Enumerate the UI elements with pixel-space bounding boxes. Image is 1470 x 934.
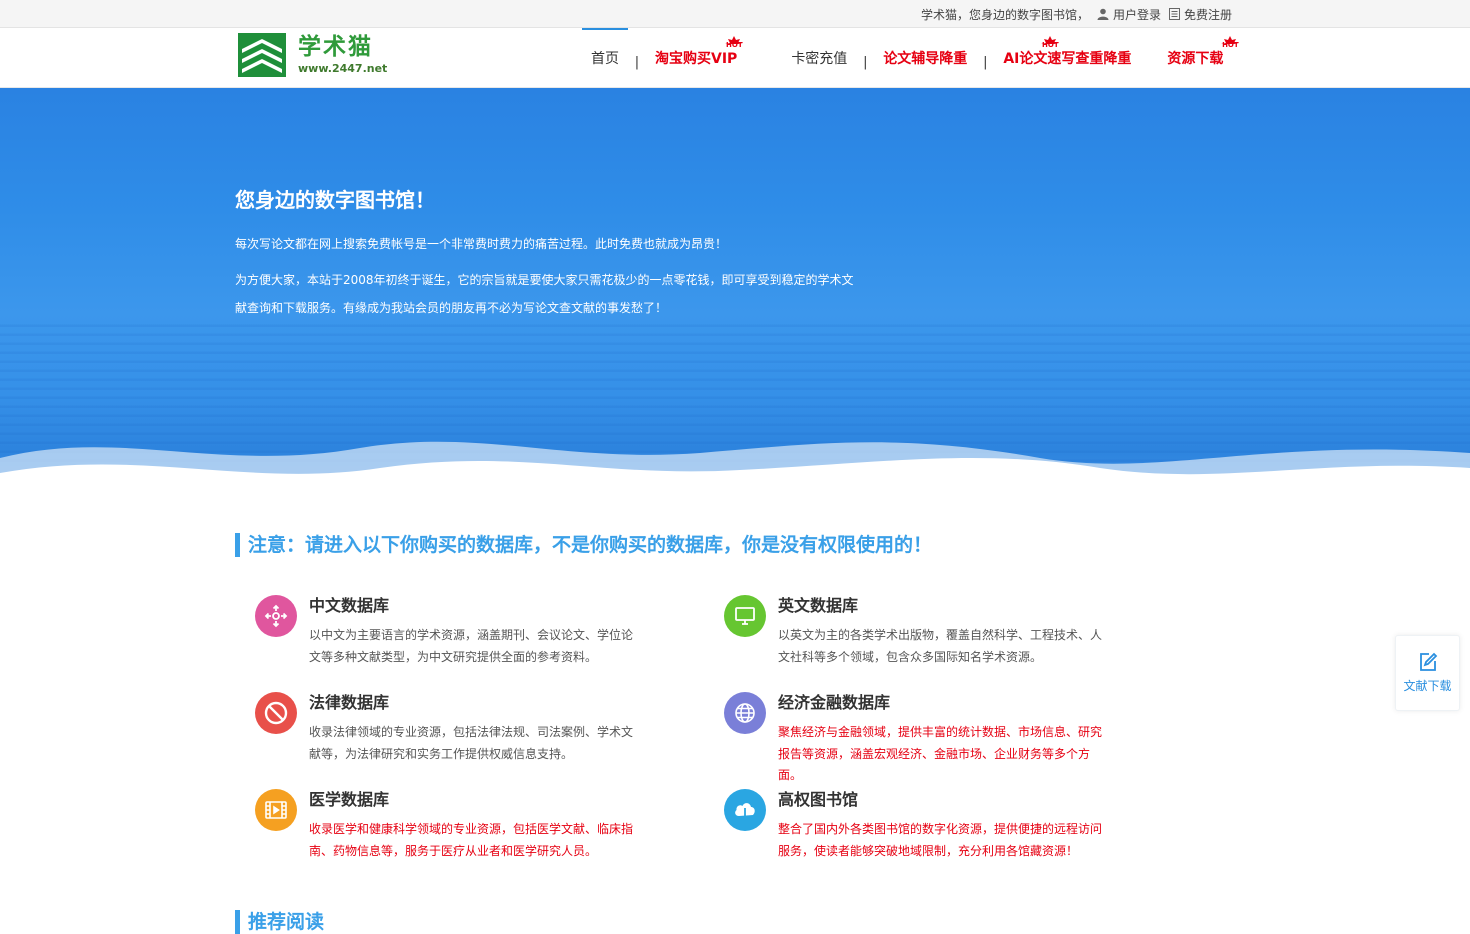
hot-badge-icon: HOT <box>1216 36 1244 52</box>
nav-separator: | <box>634 54 640 70</box>
literature-download-float[interactable]: 文献下载 <box>1395 635 1460 711</box>
nav-ai-thesis-label: AI论文速写查重降重 <box>1003 51 1132 67</box>
edit-icon <box>1419 652 1437 671</box>
register-label: 免费注册 <box>1183 7 1232 22</box>
recommend-title: 推荐阅读 <box>235 910 324 934</box>
database-title: 高权图书馆 <box>778 790 859 809</box>
nav-home-label: 首页 <box>591 51 619 67</box>
nav-thesis-help-label: 论文辅导降重 <box>883 51 968 67</box>
banner-content: 您身边的数字图书馆！ 每次写论文都在网上搜索免费帐号是一个非常费时费力的痛苦过程… <box>235 186 865 322</box>
user-icon <box>1097 8 1109 20</box>
main-nav: 首页 | 淘宝购买VIP HOT 卡密充值 | 论文辅导降重 | AI论文速写查… <box>582 28 1240 88</box>
logo-title: 学术猫 <box>298 34 373 60</box>
logo-url: www.2447.net <box>298 62 388 75</box>
nav-card-recharge-label: 卡密充值 <box>791 51 848 67</box>
hero-banner: 您身边的数字图书馆！ 每次写论文都在网上搜索免费帐号是一个非常费时费力的痛苦过程… <box>0 88 1470 498</box>
top-bar: 学术猫，您身边的数字图书馆， 用户登录 免费注册 <box>0 0 1470 28</box>
nav-thesis-help[interactable]: 论文辅导降重 <box>874 28 976 88</box>
banner-wave <box>0 441 1470 498</box>
nav-card-recharge[interactable]: 卡密充值 <box>782 28 856 88</box>
banner-paragraph-1: 每次写论文都在网上搜索免费帐号是一个非常费时费力的痛苦过程。此时免费也就成为昂贵… <box>235 237 728 251</box>
register-link[interactable]: 免费注册 <box>1168 6 1232 23</box>
literature-download-label: 文献下载 <box>1403 679 1452 693</box>
nav-resource-download[interactable]: 资源下载 HOT <box>1158 28 1240 88</box>
monitor-icon <box>724 595 766 637</box>
database-title: 中文数据库 <box>309 596 390 615</box>
database-desc: 收录法律领域的专业资源，包括法律法规、司法案例、学术文献等，为法律研究和实务工作… <box>309 725 634 761</box>
login-link[interactable]: 用户登录 <box>1097 6 1161 23</box>
site-slogan: 学术猫，您身边的数字图书馆， <box>920 7 1089 22</box>
nav-home[interactable]: 首页 <box>582 28 628 88</box>
nav-resource-download-label: 资源下载 <box>1167 51 1224 67</box>
database-desc: 以英文为主的各类学术出版物，覆盖自然科学、工程技术、人文社科等多个领域，包含众多… <box>778 628 1103 664</box>
database-desc: 收录医学和健康科学领域的专业资源，包括医学文献、临床指南、药物信息等，服务于医疗… <box>309 822 634 858</box>
nav-separator: | <box>863 54 868 70</box>
notice-title: 注意：请进入以下你购买的数据库，不是你购买的数据库，你是没有权限使用的！ <box>235 533 932 557</box>
move-icon <box>255 595 297 637</box>
document-icon <box>1168 8 1180 20</box>
site-logo[interactable]: 学术猫 www.2447.net <box>238 33 387 77</box>
ban-icon <box>255 692 297 734</box>
nav-taobao-vip[interactable]: 淘宝购买VIP HOT <box>646 28 746 88</box>
database-title: 法律数据库 <box>309 693 390 712</box>
globe-icon <box>724 692 766 734</box>
nav-ai-thesis[interactable]: AI论文速写查重降重 HOT <box>994 28 1140 88</box>
banner-paragraph-2: 为方便大家，本站于2008年初终于诞生，它的宗旨就是要使大家只需花极少的一点零花… <box>235 273 854 315</box>
banner-title: 您身边的数字图书馆！ <box>235 188 435 212</box>
database-desc: 整合了国内外各类图书馆的数字化资源，提供便捷的远程访问服务，使读者能够突破地域限… <box>778 822 1103 858</box>
hot-badge-icon: HOT <box>720 36 748 52</box>
hot-badge-text: HOT <box>1042 41 1059 49</box>
film-icon <box>255 789 297 831</box>
database-title: 经济金融数据库 <box>778 693 891 712</box>
top-bar-links: 学术猫，您身边的数字图书馆， 用户登录 免费注册 <box>921 0 1232 28</box>
header: 学术猫 www.2447.net 首页 | 淘宝购买VIP HOT 卡密充值 |… <box>0 28 1470 88</box>
login-label: 用户登录 <box>1112 7 1161 22</box>
database-desc: 聚焦经济与金融领域，提供丰富的统计数据、市场信息、研究报告等资源，涵盖宏观经济、… <box>778 725 1103 782</box>
database-desc: 以中文为主要语言的学术资源，涵盖期刊、会议论文、学位论文等多种文献类型，为中文研… <box>309 628 634 664</box>
nav-separator: | <box>983 54 988 70</box>
hot-badge-text: HOT <box>726 41 743 49</box>
cloud-icon <box>724 789 766 831</box>
database-title: 医学数据库 <box>309 790 390 809</box>
hot-badge-icon: HOT <box>1036 36 1064 52</box>
logo-icon <box>238 33 286 77</box>
database-title: 英文数据库 <box>778 596 859 615</box>
hot-badge-text: HOT <box>1222 41 1239 49</box>
